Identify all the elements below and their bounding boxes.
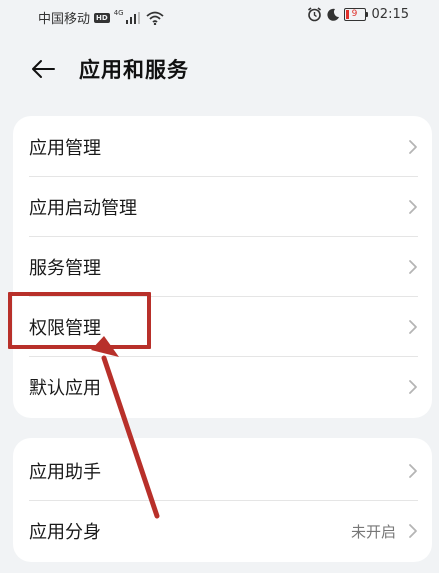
chevron-right-icon bbox=[409, 464, 417, 478]
page-header: 应用和服务 bbox=[0, 46, 439, 90]
chevron-right-icon bbox=[409, 524, 417, 538]
chevron-right-icon bbox=[409, 380, 417, 394]
row-label: 应用助手 bbox=[29, 462, 101, 483]
row-label: 默认应用 bbox=[29, 378, 101, 399]
signal-icon bbox=[125, 11, 140, 24]
network-type: 4G bbox=[113, 8, 124, 17]
row-label: 应用管理 bbox=[29, 138, 101, 159]
row-status-value: 未开启 bbox=[350, 522, 396, 541]
chevron-right-icon bbox=[409, 320, 417, 334]
settings-group-main: 应用管理 应用启动管理 服务管理 权限管理 默认应用 bbox=[13, 116, 432, 418]
row-app-launch-management[interactable]: 应用启动管理 bbox=[13, 177, 432, 237]
annotation-highlight-box bbox=[8, 292, 151, 349]
settings-group-secondary: 应用助手 应用分身 未开启 bbox=[13, 438, 432, 562]
row-service-management[interactable]: 服务管理 bbox=[13, 237, 432, 297]
status-right: 9 02:15 bbox=[307, 7, 409, 22]
carrier-info: 中国移动 HD 4G bbox=[38, 8, 164, 27]
chevron-right-icon bbox=[409, 260, 417, 274]
back-arrow-icon bbox=[32, 60, 55, 78]
row-label: 应用分身 bbox=[29, 522, 101, 543]
chevron-right-icon bbox=[409, 140, 417, 154]
page-title: 应用和服务 bbox=[79, 58, 189, 82]
wifi-icon bbox=[145, 11, 164, 25]
row-default-apps[interactable]: 默认应用 bbox=[13, 357, 432, 417]
clock: 02:15 bbox=[371, 7, 409, 22]
chevron-right-icon bbox=[409, 200, 417, 214]
alarm-icon bbox=[307, 7, 321, 22]
battery-icon: 9 bbox=[343, 8, 368, 21]
row-label: 服务管理 bbox=[29, 258, 101, 279]
status-bar: 中国移动 HD 4G 9 02:15 bbox=[0, 0, 439, 34]
battery-level: 9 bbox=[343, 8, 366, 21]
row-app-assistant[interactable]: 应用助手 bbox=[13, 441, 432, 501]
row-app-twin[interactable]: 应用分身 未开启 bbox=[13, 501, 432, 561]
hd-badge: HD bbox=[94, 12, 110, 23]
carrier-name: 中国移动 bbox=[38, 12, 91, 27]
row-label: 应用启动管理 bbox=[29, 198, 137, 219]
moon-icon bbox=[326, 8, 339, 21]
back-button[interactable] bbox=[26, 52, 60, 86]
row-app-management[interactable]: 应用管理 bbox=[13, 117, 432, 177]
